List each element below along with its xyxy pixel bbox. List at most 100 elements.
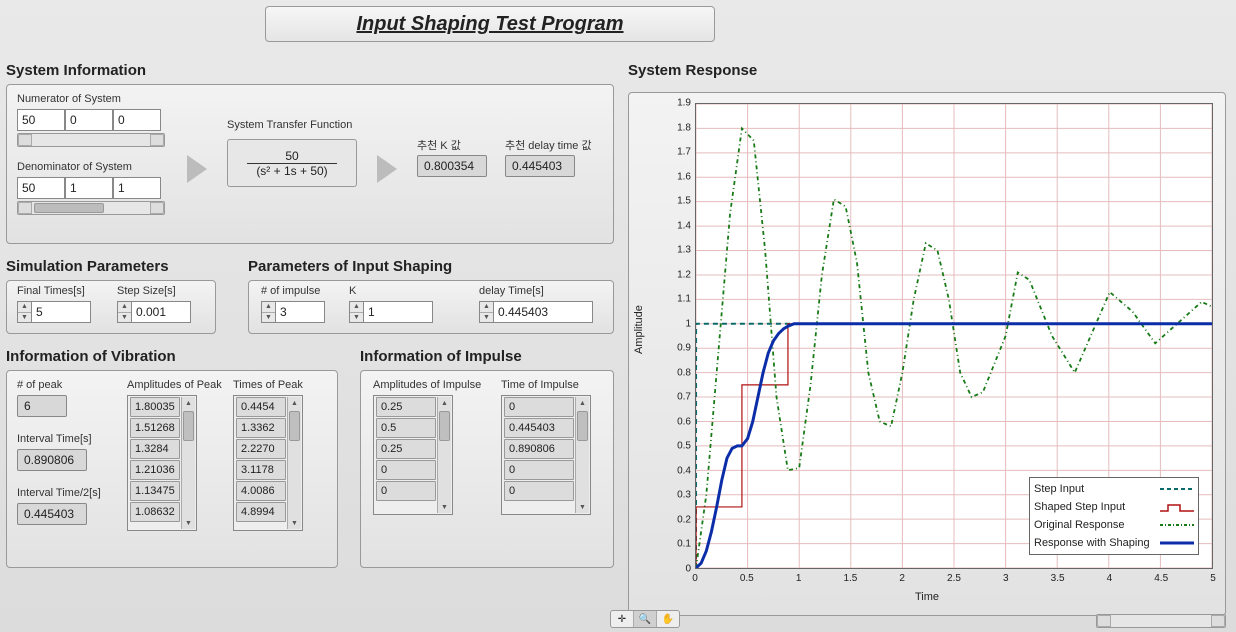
list-item: 0.890806 bbox=[504, 439, 574, 459]
ytick-label: 1.7 bbox=[677, 147, 691, 158]
chart-ylabel: Amplitude bbox=[633, 305, 645, 354]
list-item: 1.21036 bbox=[130, 460, 180, 480]
scrollbar-vertical[interactable] bbox=[437, 397, 451, 513]
scrollbar-vertical[interactable] bbox=[181, 397, 195, 529]
crosshair-icon[interactable]: ✛ bbox=[611, 611, 634, 627]
section-imp: Information of Impulse bbox=[360, 348, 522, 365]
legend-item: Response with Shaping bbox=[1034, 537, 1150, 549]
ytick-label: 1 bbox=[685, 318, 691, 329]
numerator-0[interactable]: 50 bbox=[17, 109, 65, 131]
transfer-function-display: 50 (s² + 1s + 50) bbox=[227, 139, 357, 187]
section-simparams: Simulation Parameters bbox=[6, 258, 169, 275]
k-label: K bbox=[349, 285, 356, 297]
scrollbar-vertical[interactable] bbox=[287, 397, 301, 529]
numerator-1[interactable]: 0 bbox=[65, 109, 113, 131]
time-imp-label: Time of Impulse bbox=[501, 379, 579, 391]
bottom-scrollbar[interactable] bbox=[1096, 614, 1226, 628]
ytick-label: 1.5 bbox=[677, 196, 691, 207]
list-item: 1.08632 bbox=[130, 502, 180, 522]
xtick-label: 4.5 bbox=[1154, 573, 1168, 584]
ytick-label: 0.1 bbox=[677, 539, 691, 550]
amp-peak-list[interactable]: 1.80035 1.51268 1.3284 1.21036 1.13475 1… bbox=[127, 395, 197, 531]
scrollbar-vertical[interactable] bbox=[575, 397, 589, 513]
ytick-label: 1.2 bbox=[677, 269, 691, 280]
rec-delay-label: 추천 delay time 값 bbox=[505, 137, 592, 153]
list-item: 1.3362 bbox=[236, 418, 286, 438]
ytick-label: 1.8 bbox=[677, 122, 691, 133]
nimp-input[interactable]: 3 bbox=[275, 301, 325, 323]
legend-item: Original Response bbox=[1034, 519, 1125, 531]
delaytime-stepper[interactable]: ▲▼ bbox=[479, 301, 493, 323]
denominator-scrollbar[interactable] bbox=[17, 201, 165, 215]
chart-tool-palette[interactable]: ✛ 🔍 ✋ bbox=[610, 610, 680, 628]
numerator-label: Numerator of System bbox=[17, 93, 121, 105]
zoom-icon[interactable]: 🔍 bbox=[634, 611, 657, 627]
xtick-label: 1 bbox=[796, 573, 802, 584]
ytick-label: 1.1 bbox=[677, 294, 691, 305]
finaltime-label: Final Times[s] bbox=[17, 285, 85, 297]
pan-icon[interactable]: ✋ bbox=[657, 611, 679, 627]
section-resp: System Response bbox=[628, 62, 757, 79]
denominator-1[interactable]: 1 bbox=[65, 177, 113, 199]
ytick-label: 0 bbox=[685, 564, 691, 575]
tf-label: System Transfer Function bbox=[227, 119, 352, 131]
ytick-label: 1.9 bbox=[677, 98, 691, 109]
list-item: 0.445403 bbox=[504, 418, 574, 438]
list-item: 0 bbox=[504, 460, 574, 480]
ytick-label: 0.3 bbox=[677, 490, 691, 501]
denominator-2[interactable]: 1 bbox=[113, 177, 161, 199]
amp-peak-label: Amplitudes of Peak bbox=[127, 379, 222, 391]
rec-k-value: 0.800354 bbox=[417, 155, 487, 177]
stepsize-input[interactable]: 0.001 bbox=[131, 301, 191, 323]
xtick-label: 2.5 bbox=[947, 573, 961, 584]
finaltime-stepper[interactable]: ▲▼ bbox=[17, 301, 31, 323]
list-item: 0.25 bbox=[376, 439, 436, 459]
panel-vib: # of peak 6 Interval Time[s] 0.890806 In… bbox=[6, 370, 338, 568]
list-item: 3.1178 bbox=[236, 460, 286, 480]
app-title: Input Shaping Test Program bbox=[356, 13, 623, 36]
ytick-label: 0.4 bbox=[677, 465, 691, 476]
list-item: 0.4454 bbox=[236, 397, 286, 417]
xtick-label: 0 bbox=[692, 573, 698, 584]
interval-label: Interval Time[s] bbox=[17, 433, 92, 445]
rec-k-label: 추천 K 값 bbox=[417, 137, 461, 153]
list-item: 0 bbox=[504, 397, 574, 417]
time-peak-list[interactable]: 0.4454 1.3362 2.2270 3.1178 4.0086 4.899… bbox=[233, 395, 303, 531]
chart-legend: Step Input Shaped Step Input Original Re… bbox=[1029, 477, 1199, 555]
arrow-icon-2 bbox=[377, 155, 397, 183]
section-inshape: Parameters of Input Shaping bbox=[248, 258, 452, 275]
list-item: 1.80035 bbox=[130, 397, 180, 417]
denominator-0[interactable]: 50 bbox=[17, 177, 65, 199]
panel-sysinfo: Numerator of System 50 0 0 Denominator o… bbox=[6, 84, 614, 244]
rec-delay-value: 0.445403 bbox=[505, 155, 575, 177]
list-item: 4.0086 bbox=[236, 481, 286, 501]
npeak-value: 6 bbox=[17, 395, 67, 417]
tf-denominator: (s² + 1s + 50) bbox=[256, 164, 327, 178]
time-peak-label: Times of Peak bbox=[233, 379, 303, 391]
finaltime-input[interactable]: 5 bbox=[31, 301, 91, 323]
chart-xlabel: Time bbox=[629, 591, 1225, 603]
k-stepper[interactable]: ▲▼ bbox=[349, 301, 363, 323]
delaytime-input[interactable]: 0.445403 bbox=[493, 301, 593, 323]
delaytime-label: delay Time[s] bbox=[479, 285, 544, 297]
k-input[interactable]: 1 bbox=[363, 301, 433, 323]
numerator-scrollbar[interactable] bbox=[17, 133, 165, 147]
list-item: 0 bbox=[376, 481, 436, 501]
stepsize-stepper[interactable]: ▲▼ bbox=[117, 301, 131, 323]
time-imp-list[interactable]: 0 0.445403 0.890806 0 0 bbox=[501, 395, 591, 515]
amp-imp-list[interactable]: 0.25 0.5 0.25 0 0 bbox=[373, 395, 453, 515]
numerator-2[interactable]: 0 bbox=[113, 109, 161, 131]
section-vib: Information of Vibration bbox=[6, 348, 176, 365]
nimp-stepper[interactable]: ▲▼ bbox=[261, 301, 275, 323]
xtick-label: 3 bbox=[1003, 573, 1009, 584]
nimp-label: # of impulse bbox=[261, 285, 320, 297]
xtick-label: 4 bbox=[1107, 573, 1113, 584]
ytick-label: 1.6 bbox=[677, 171, 691, 182]
ytick-label: 0.7 bbox=[677, 392, 691, 403]
ytick-label: 0.2 bbox=[677, 514, 691, 525]
list-item: 0.5 bbox=[376, 418, 436, 438]
ytick-label: 0.5 bbox=[677, 441, 691, 452]
list-item: 4.8994 bbox=[236, 502, 286, 522]
panel-simparams: Final Times[s] ▲▼ 5 Step Size[s] ▲▼ 0.00… bbox=[6, 280, 216, 334]
list-item: 1.3284 bbox=[130, 439, 180, 459]
